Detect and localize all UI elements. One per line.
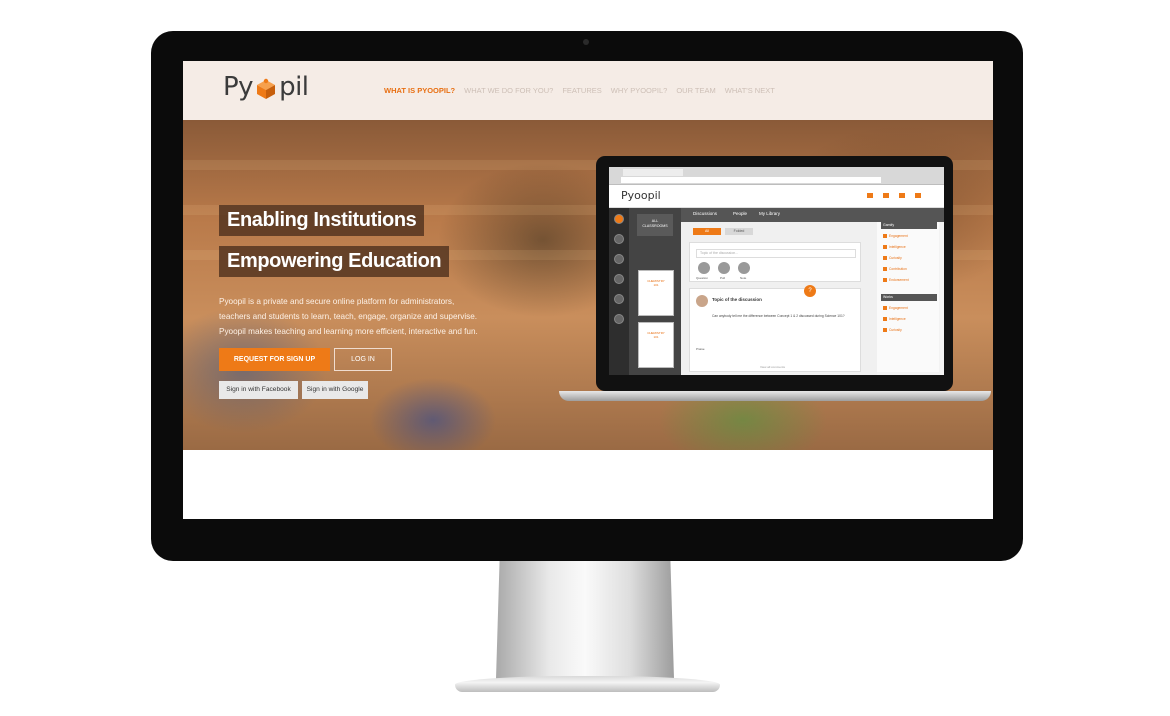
- nav-our-team[interactable]: OUR TEAM: [676, 86, 715, 95]
- gamify-item: Contribution: [883, 267, 907, 271]
- browser-bar: [609, 167, 944, 185]
- all-classrooms: ALL CLASSROOMS: [637, 214, 673, 236]
- laptop-screen: Pyoopil ALL CLASSROOMS CHEMISTRY 101 CHE…: [609, 167, 944, 375]
- filter-all: All: [693, 228, 721, 235]
- site-logo[interactable]: Py pil: [223, 67, 309, 107]
- post-type-label: Question: [696, 276, 709, 280]
- question-badge-icon: ?: [804, 285, 816, 297]
- notification-badge: [867, 193, 873, 198]
- post-type-label: Note: [740, 276, 747, 280]
- discussion-body: Can anybody tell me the difference betwe…: [712, 314, 845, 318]
- discussion-title: Topic of the discussion: [712, 297, 762, 302]
- settings-icon: [614, 294, 624, 304]
- gamify-item: Endorsement: [883, 278, 909, 282]
- hero-tagline-2: Empowering Education: [219, 246, 450, 277]
- app-main: Discussions People My Library All Folded…: [681, 208, 944, 375]
- notification-badge: [883, 193, 889, 198]
- webcam-icon: [583, 39, 589, 45]
- works-item: Engagement: [883, 306, 908, 310]
- tab-people: People: [733, 211, 748, 216]
- gamify-heading: Gamify: [881, 222, 937, 229]
- avatar: [696, 295, 708, 307]
- website-screen: Py pil WHAT IS PYOOPIL? WHAT WE DO FOR Y…: [183, 61, 993, 519]
- main-nav: WHAT IS PYOOPIL? WHAT WE DO FOR YOU? FEA…: [384, 86, 775, 95]
- logo-text-end: pil: [279, 72, 309, 102]
- gamify-item: Engagement: [883, 234, 908, 238]
- gamify-item: Intelligence: [883, 245, 906, 249]
- reaction-row: Praise: [696, 347, 856, 351]
- class-card-code: 101: [653, 283, 659, 287]
- hero-tagline-1: Enabling Institutions: [219, 205, 425, 236]
- app-header: Pyoopil: [609, 185, 944, 208]
- new-post-box: Topic of the discussion... Question Poll…: [689, 242, 861, 282]
- notification-badge: [915, 193, 921, 198]
- class-card: CHEMISTRY 101: [638, 322, 674, 368]
- request-signup-button[interactable]: REQUEST FOR SIGN UP: [219, 348, 330, 371]
- gamify-item: Curiosity: [883, 256, 902, 260]
- app-sidebar: [609, 208, 629, 375]
- nav-whats-next[interactable]: WHAT'S NEXT: [725, 86, 775, 95]
- laptop-mockup: Pyoopil ALL CLASSROOMS CHEMISTRY 101 CHE…: [596, 156, 953, 391]
- filter-folded: Folded: [725, 228, 753, 235]
- post-topic-input: Topic of the discussion...: [696, 249, 856, 258]
- works-item: Intelligence: [883, 317, 906, 321]
- tab-my-library: My Library: [759, 211, 781, 216]
- laptop-base: [559, 391, 991, 401]
- classroom-icon: [614, 234, 624, 244]
- note-icon: [738, 262, 750, 274]
- classroom-list: ALL CLASSROOMS CHEMISTRY 101 CHEMISTRY 1…: [629, 208, 681, 375]
- works-heading: Works: [881, 294, 937, 301]
- nav-why-pyoopil[interactable]: WHY PYOOPIL?: [611, 86, 668, 95]
- works-item: Curiosity: [883, 328, 902, 332]
- praise-label: Praise: [696, 347, 705, 351]
- poll-icon: [718, 262, 730, 274]
- login-button[interactable]: LOG IN: [334, 348, 392, 371]
- library-icon: [614, 274, 624, 284]
- view-all-comments: View all comments: [760, 365, 785, 369]
- hero-intro: Pyoopil is a private and secure online p…: [219, 294, 494, 339]
- app-tabs: Discussions People My Library: [681, 208, 944, 222]
- browser-tab: [623, 169, 683, 176]
- cube-logo-icon: [254, 77, 278, 101]
- site-header: Py pil WHAT IS PYOOPIL? WHAT WE DO FOR Y…: [183, 61, 993, 120]
- hero-section: Enabling Institutions Empowering Educati…: [183, 120, 993, 450]
- logo-text-start: Py: [223, 72, 254, 102]
- discussion-card: ? Topic of the discussion Can anybody te…: [689, 285, 861, 372]
- class-card: CHEMISTRY 101: [638, 270, 674, 316]
- intro-line: Pyoopil makes teaching and learning more…: [219, 327, 478, 336]
- monitor-base: [455, 676, 720, 692]
- gamify-panel: Gamify Engagement Intelligence Curiosity…: [877, 222, 939, 372]
- tab-discussions: Discussions: [693, 211, 718, 216]
- facebook-signin-button[interactable]: Sign in with Facebook: [219, 381, 298, 399]
- nav-what-is-pyoopil[interactable]: WHAT IS PYOOPIL?: [384, 86, 455, 95]
- home-icon: [614, 214, 624, 224]
- intro-line: Pyoopil is a private and secure online p…: [219, 297, 455, 306]
- nav-what-we-do[interactable]: WHAT WE DO FOR YOU?: [464, 86, 553, 95]
- profile-icon: [614, 314, 624, 324]
- nav-features[interactable]: FEATURES: [562, 86, 601, 95]
- app-logo: Pyoopil: [621, 189, 661, 202]
- monitor-stand: [496, 561, 674, 679]
- browser-url-bar: [621, 177, 881, 183]
- post-type-label: Poll: [720, 276, 726, 280]
- class-card-code: 101: [653, 335, 659, 339]
- intro-line: teachers and students to learn, teach, e…: [219, 312, 478, 321]
- calendar-icon: [614, 254, 624, 264]
- google-signin-button[interactable]: Sign in with Google: [302, 381, 368, 399]
- classrooms-label: CLASSROOMS: [642, 224, 668, 228]
- question-icon: [698, 262, 710, 274]
- notification-badge: [899, 193, 905, 198]
